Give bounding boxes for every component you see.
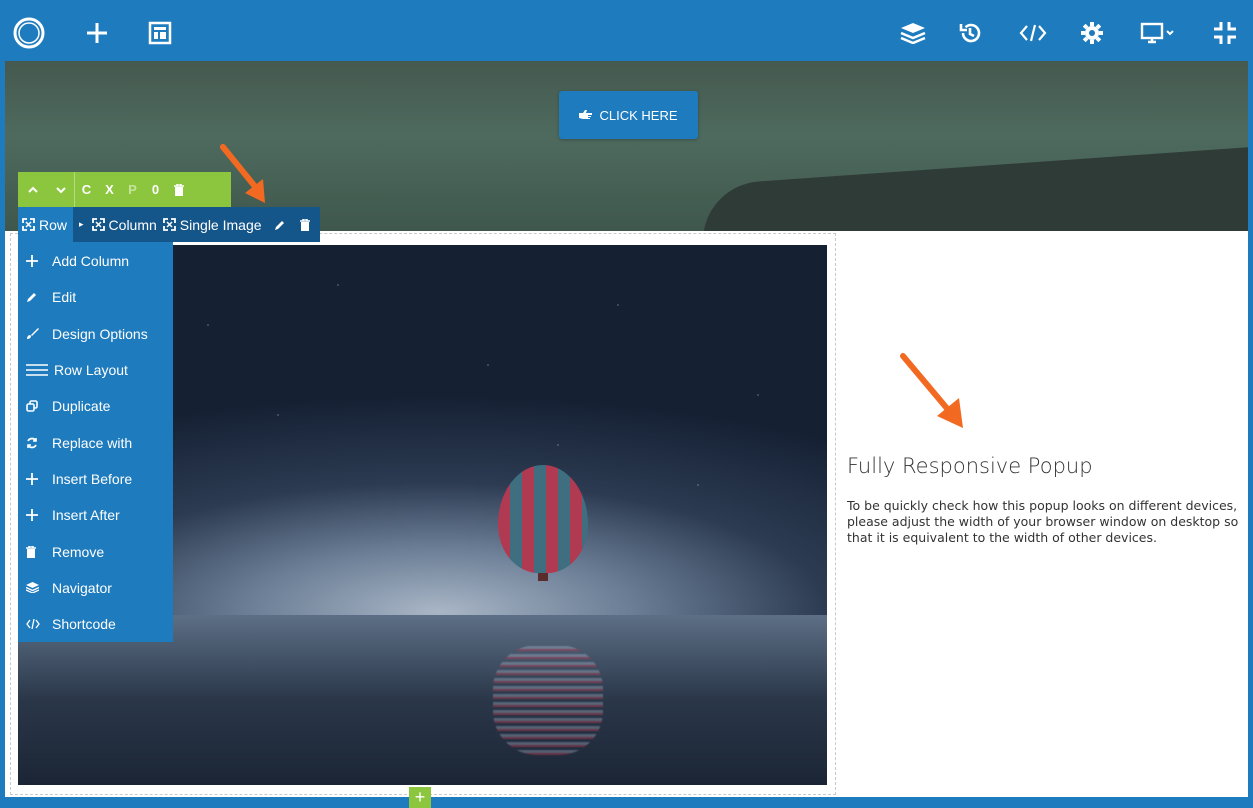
menu-item-label: Remove [52,543,105,560]
plus-icon [26,509,52,522]
control-p-button[interactable]: P [121,172,144,207]
menu-item-remove[interactable]: Remove [18,533,173,569]
hero-background-shape [698,136,1248,231]
breadcrumb-column-label: Column [108,216,157,233]
breadcrumb: Row ▸ Column Single Image [18,207,320,242]
menu-item-label: Row Layout [54,362,128,379]
control-x-button[interactable]: X [98,172,121,207]
expand-icon [22,218,35,231]
breadcrumb-single-image[interactable]: Single Image [162,216,262,233]
popup-title: Fully Responsive Popup [847,454,1093,478]
popup-text: To be quickly check how this popup looks… [847,498,1239,545]
annotation-arrow-icon [900,353,963,428]
collapse-icon[interactable] [1205,13,1245,53]
duplicate-icon [26,400,52,413]
content-row: Fully Responsive Popup To be quickly che… [5,231,1248,797]
bottom-strip [5,797,1248,808]
trash-icon [173,183,184,196]
hot-air-balloon [498,465,588,573]
delete-row-button[interactable] [167,172,190,207]
code-icon[interactable] [1013,13,1053,53]
hand-point-icon [579,108,593,123]
menu-item-design-options[interactable]: Design Options [18,316,173,352]
breadcrumb-row-label: Row [39,216,68,233]
brush-icon [26,327,52,340]
breadcrumb-separator-icon: ▸ [79,219,84,229]
plus-icon [26,255,52,268]
move-up-button[interactable] [18,172,48,207]
add-element-button[interactable]: + [409,787,431,808]
add-element-icon[interactable] [77,13,117,53]
menu-item-label: Duplicate [52,398,111,415]
menu-item-label: Shortcode [52,616,116,633]
expand-icon [91,218,105,231]
menu-item-navigator[interactable]: Navigator [18,570,173,606]
delete-element-button[interactable] [299,218,310,231]
expand-icon [162,218,176,231]
replace-icon [26,437,52,449]
logo-icon[interactable] [9,13,49,53]
templates-icon[interactable] [140,13,180,53]
menu-item-label: Insert Before [52,470,133,487]
menu-item-insert-before[interactable]: Insert Before [18,461,173,497]
move-down-button[interactable] [48,172,74,207]
pencil-icon [26,291,52,303]
menu-item-label: Navigator [52,579,112,596]
menu-item-label: Edit [52,289,77,306]
layers-icon[interactable] [893,13,933,53]
trash-icon [299,218,310,231]
balloon-basket [538,573,548,581]
menu-item-edit[interactable]: Edit [18,279,173,315]
top-toolbar [5,5,1248,61]
history-icon[interactable] [950,13,990,53]
layers-icon [26,582,52,594]
annotation-arrow-icon [220,144,265,203]
menu-item-label: Design Options [52,325,148,342]
breadcrumb-row[interactable]: Row [18,207,74,242]
menu-item-replace-with[interactable]: Replace with [18,424,173,460]
balloon-reflection [493,645,603,755]
control-zero-button[interactable]: 0 [144,172,167,207]
edit-element-button[interactable] [274,219,286,231]
menu-item-row-layout[interactable]: Row Layout [18,352,173,388]
breadcrumb-single-image-label: Single Image [179,216,262,233]
trash-icon [26,545,52,558]
code-icon [26,619,52,630]
pencil-icon [274,220,284,230]
chevron-up-icon [28,186,38,193]
lines-icon [26,364,54,376]
row-context-menu: Add Column Edit Design Options Row Layou… [18,242,173,642]
settings-icon[interactable] [1072,13,1112,53]
menu-item-label: Add Column [52,253,130,270]
breadcrumb-column[interactable]: Column [91,216,157,233]
menu-item-duplicate[interactable]: Duplicate [18,388,173,424]
row-controls-bar: C X P 0 [18,172,231,207]
plus-icon [26,472,52,485]
menu-item-add-column[interactable]: Add Column [18,243,173,279]
click-here-button[interactable]: CLICK HERE [559,91,698,139]
menu-item-label: Replace with [52,434,133,451]
chevron-down-icon [56,186,66,193]
breadcrumb-element-bar: ▸ Column Single Image [73,207,320,242]
menu-item-label: Insert After [52,507,120,524]
click-here-label: CLICK HERE [599,107,678,123]
menu-item-shortcode[interactable]: Shortcode [18,606,173,642]
menu-item-insert-after[interactable]: Insert After [18,497,173,533]
device-icon[interactable] [1133,13,1183,53]
control-c-button[interactable]: C [75,172,98,207]
